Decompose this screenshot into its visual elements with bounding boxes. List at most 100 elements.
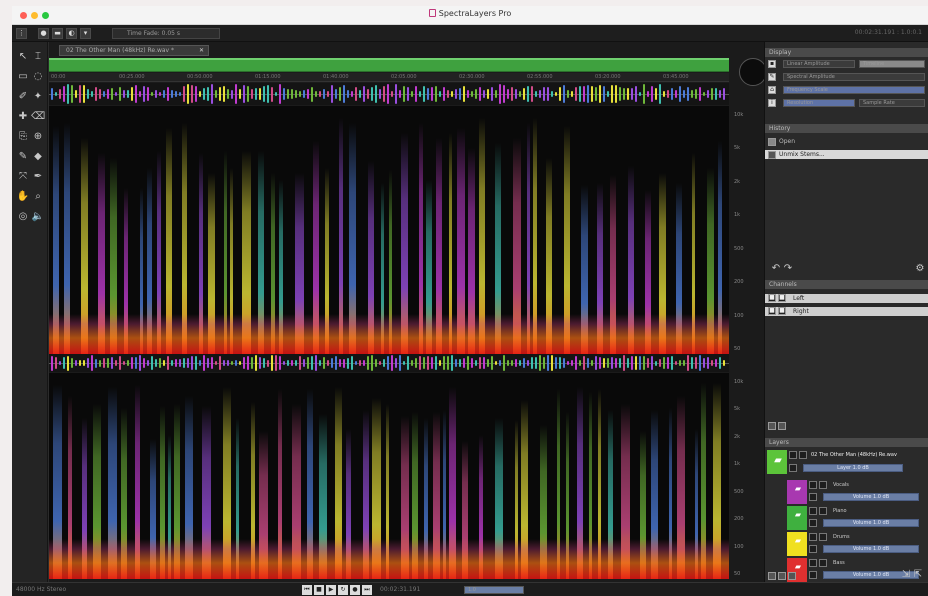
layer-lock-toggle[interactable]: [819, 507, 827, 515]
moon-icon[interactable]: ◐: [66, 28, 77, 39]
transform-icon[interactable]: ⤧: [16, 170, 30, 184]
options-button[interactable]: ▾: [80, 28, 91, 39]
hand-icon[interactable]: ✋: [16, 190, 30, 204]
stop-button[interactable]: ■: [314, 585, 324, 595]
layer-lock-toggle[interactable]: [819, 533, 827, 541]
waveform-segment: [195, 86, 197, 102]
waveform-segment: [703, 91, 705, 97]
time-ruler[interactable]: 00:00 00:25.000 00:50.000 01:15.000 01:40.00…: [49, 73, 729, 82]
speaker-icon[interactable]: 🔈: [31, 210, 45, 224]
waveform-segment: [191, 84, 193, 104]
fill-icon[interactable]: ◆: [31, 150, 45, 164]
pen-icon[interactable]: ✎: [16, 150, 30, 164]
waveform-segment: [115, 360, 117, 366]
rectangle-select-icon[interactable]: ▭: [16, 70, 30, 84]
layer-check[interactable]: [809, 545, 817, 553]
layer-check[interactable]: [809, 571, 817, 579]
layer-name[interactable]: Drums: [833, 534, 850, 540]
linear-amplitude-button[interactable]: Linear Amplitude: [783, 60, 855, 68]
play-button[interactable]: ▶: [326, 585, 336, 595]
layer-visibility-toggle[interactable]: [809, 481, 817, 489]
layer-name[interactable]: Piano: [833, 508, 847, 514]
frequency-label: 500: [734, 245, 744, 252]
layer-name[interactable]: Vocals: [833, 482, 849, 488]
layer-visibility-toggle[interactable]: [809, 507, 817, 515]
view-button[interactable]: ▬: [52, 28, 63, 39]
channel-right[interactable]: Right: [765, 307, 928, 316]
rewind-button[interactable]: ⏮: [302, 585, 312, 595]
layer-lock-toggle[interactable]: [819, 481, 827, 489]
layer-check[interactable]: [809, 493, 817, 501]
mute-icon[interactable]: ■: [768, 307, 776, 315]
pipette-icon[interactable]: ✒: [31, 170, 45, 184]
navigation-dial[interactable]: [739, 58, 767, 86]
layer-volume[interactable]: Volume 1.0 dB: [823, 519, 919, 527]
sample-rate-row[interactable]: Sample Rate: [859, 99, 925, 107]
spectral-amplitude-row[interactable]: Spectral Amplitude: [783, 73, 925, 81]
settings-icon[interactable]: ⚙: [913, 262, 927, 276]
heal-icon[interactable]: ✚: [16, 110, 30, 124]
waveform-right[interactable]: [49, 354, 729, 372]
layer-duplicate-icon[interactable]: [778, 422, 786, 430]
layer-volume[interactable]: Volume 1.0 dB: [823, 545, 919, 553]
brush-select-icon[interactable]: ✐: [16, 90, 30, 104]
zoom-icon[interactable]: ⌕: [31, 190, 45, 204]
trash-icon[interactable]: ▪: [768, 60, 776, 68]
tab-document[interactable]: 02 The Other Man (48kHz) Re.wav * ✕: [59, 45, 209, 56]
layer-visibility-toggle[interactable]: [809, 559, 817, 567]
layer-volume[interactable]: Volume 1.0 dB: [823, 493, 919, 501]
frequency-label: 200: [734, 279, 744, 286]
layer-delete-icon[interactable]: [788, 572, 796, 580]
time-fade-field[interactable]: Time Fade: 0.05 s: [112, 28, 220, 39]
clone-icon[interactable]: ⎘: [16, 130, 30, 144]
waveform-segment: [719, 89, 721, 99]
layer-check[interactable]: [789, 464, 797, 472]
record-transport-button[interactable]: ●: [350, 585, 360, 595]
solo-icon[interactable]: ■: [778, 294, 786, 302]
layer-new-icon[interactable]: [778, 572, 786, 580]
waveform-segment: [447, 355, 449, 371]
lasso-icon[interactable]: ◌: [31, 70, 45, 84]
layer-volume-main[interactable]: Layer 1.0 dB: [803, 464, 903, 472]
wand-icon[interactable]: ✦: [31, 90, 45, 104]
info-icon[interactable]: i: [768, 99, 776, 107]
zoom-field[interactable]: 1.0: [464, 586, 524, 594]
menu-icon[interactable]: ⋮: [16, 28, 27, 39]
redo-icon[interactable]: ↷: [781, 262, 795, 276]
frequency-scale-row[interactable]: Frequency Scale: [783, 86, 925, 94]
select-arrow-icon[interactable]: ↖: [16, 50, 30, 64]
record-button[interactable]: ●: [38, 28, 49, 39]
layer-menu-icon[interactable]: [768, 572, 776, 580]
solo-icon[interactable]: ■: [778, 307, 786, 315]
layer-name-main[interactable]: 02 The Other Man (48kHz) Re.wav: [811, 452, 897, 458]
edit-icon[interactable]: ✎: [768, 73, 776, 81]
waveform-left[interactable]: [49, 83, 729, 105]
layer-visibility-toggle[interactable]: [789, 451, 797, 459]
layer-check[interactable]: [809, 519, 817, 527]
loop-button[interactable]: ↻: [338, 585, 348, 595]
erase-icon[interactable]: ⌫: [31, 110, 45, 124]
history-item-unmix[interactable]: Unmix Stems...: [765, 150, 928, 159]
cursor-circle-icon[interactable]: ◎: [16, 210, 30, 224]
time-select-icon[interactable]: ⌶: [31, 50, 45, 64]
spectrogram-right[interactable]: [49, 373, 729, 579]
spectrogram-left[interactable]: [49, 106, 729, 354]
close-icon[interactable]: ✕: [199, 46, 204, 55]
home-icon[interactable]: ⌂: [768, 86, 776, 94]
channel-left[interactable]: Left: [765, 294, 928, 303]
layer-name[interactable]: Bass: [833, 560, 845, 566]
resolution-row[interactable]: Resolution: [783, 99, 855, 107]
waveform-segment: [639, 91, 641, 97]
timeline-toggle[interactable]: Timeline: [859, 60, 925, 68]
stamp-icon[interactable]: ⊕: [31, 130, 45, 144]
split-icon[interactable]: ⇱: [911, 568, 925, 582]
forward-button[interactable]: ⏭: [362, 585, 372, 595]
timeline-overview[interactable]: [49, 58, 729, 72]
layer-visibility-toggle[interactable]: [809, 533, 817, 541]
layer-lock-toggle[interactable]: [799, 451, 807, 459]
layer-add-icon[interactable]: [768, 422, 776, 430]
mute-icon[interactable]: ■: [768, 294, 776, 302]
layer-lock-toggle[interactable]: [819, 559, 827, 567]
waveform-segment: [219, 86, 221, 102]
history-item-open[interactable]: Open: [765, 137, 928, 146]
